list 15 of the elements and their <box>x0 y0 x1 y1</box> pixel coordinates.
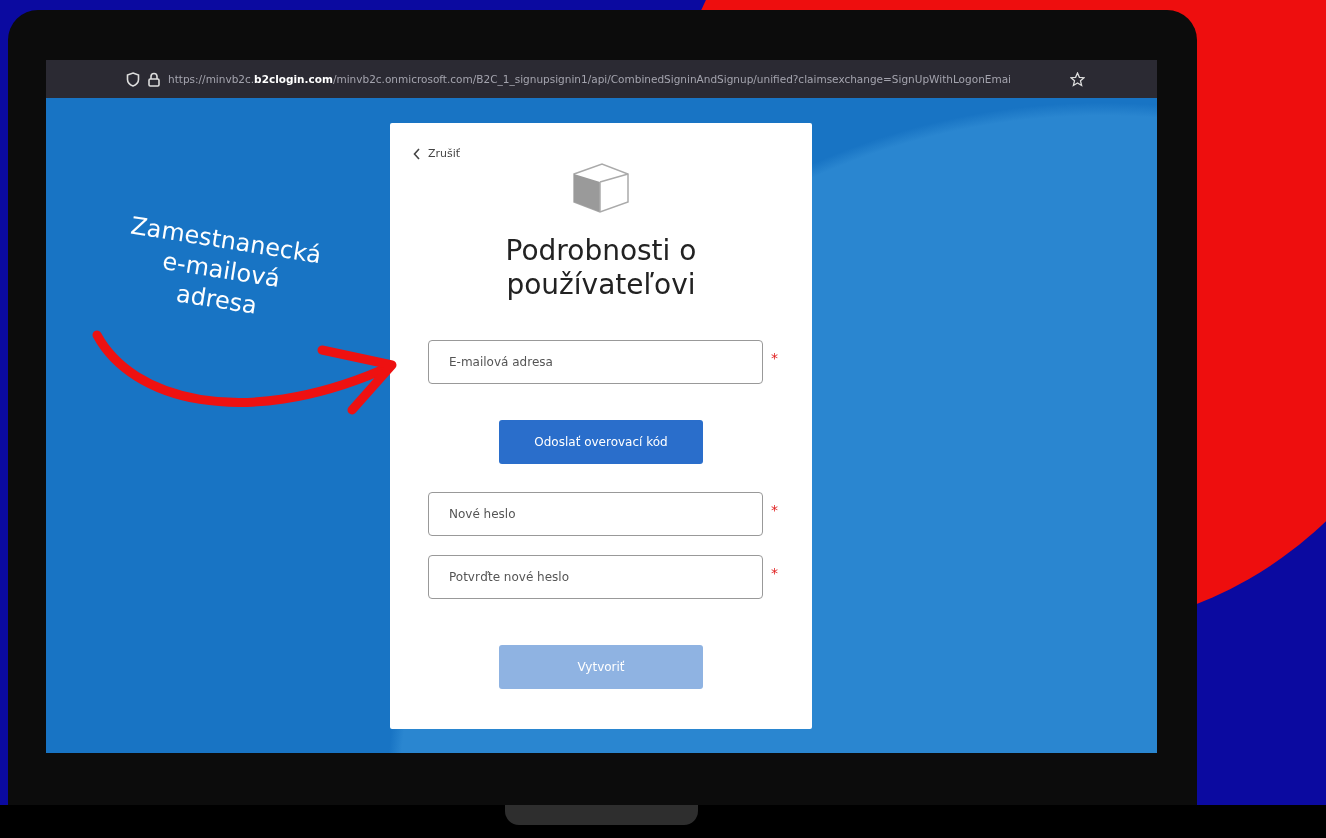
form-title: Podrobnosti o používateľovi <box>504 234 698 302</box>
url-text[interactable]: https://minvb2c.b2clogin.com/minvb2c.onmicrosoft.com/B2C_1_signupsignin1/api/CombinedSigninAndSignup/unified?claimsexchange=SignUpWithLogonEmai <box>168 70 1062 88</box>
password-field[interactable]: Potvrďte nové heslo <box>428 555 763 599</box>
star-icon[interactable] <box>1070 71 1085 87</box>
required-mark: * <box>771 502 778 518</box>
required-mark: * <box>771 565 778 581</box>
shield-icon <box>126 71 140 87</box>
lock-icon <box>148 71 160 87</box>
chevron-left-icon <box>413 147 421 160</box>
password-field[interactable]: Nové heslo <box>428 492 763 536</box>
cancel-link[interactable]: Zrušiť <box>413 147 461 160</box>
cube-icon <box>572 162 630 214</box>
required-mark: * <box>771 350 778 366</box>
email-field[interactable]: E-mailová adresa <box>428 340 763 384</box>
send-code-button[interactable]: Odoslať overovací kód <box>499 420 703 464</box>
